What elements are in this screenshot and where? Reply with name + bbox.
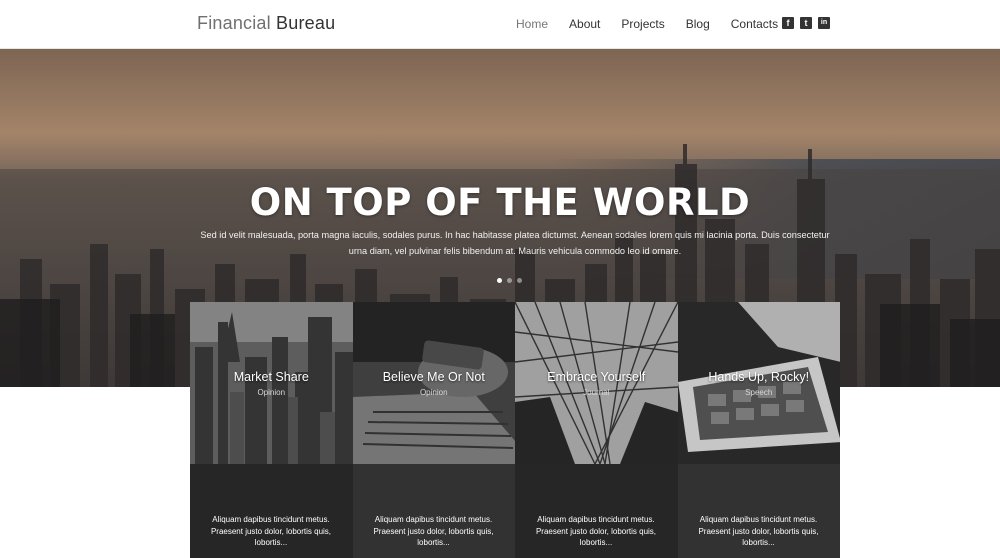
- slider-dots: [497, 278, 522, 283]
- card-excerpt-line3: lobortis...: [417, 538, 450, 547]
- card-body: Aliquam dapibus tincidunt metus. Praesen…: [677, 464, 840, 558]
- main-nav: Home About Projects Blog Contacts: [516, 17, 799, 31]
- logo-part1: Financial: [197, 13, 271, 33]
- card-excerpt-line1: Aliquam dapibus tincidunt metus.: [537, 515, 655, 524]
- card-excerpt: Aliquam dapibus tincidunt metus. Praesen…: [527, 514, 665, 549]
- card-excerpt-line2: Praesent justo dolor, lobortis quis,: [373, 526, 494, 536]
- nav-about[interactable]: About: [569, 17, 600, 31]
- card-excerpt: Aliquam dapibus tincidunt metus. Praesen…: [202, 514, 340, 549]
- facebook-icon[interactable]: f: [782, 17, 794, 29]
- hero-text-line1: Sed id velit malesuada, porta magna iacu…: [200, 230, 830, 240]
- slider-dot-3[interactable]: [517, 278, 522, 283]
- card-excerpt-line1: Aliquam dapibus tincidunt metus.: [699, 515, 818, 524]
- card-category: Journal: [583, 388, 610, 397]
- card-category: Opinion: [419, 388, 448, 397]
- card-title[interactable]: Hands Up, Rocky!: [678, 370, 841, 384]
- nav-contacts[interactable]: Contacts: [731, 17, 778, 31]
- card-body: Aliquam dapibus tincidunt metus. Praesen…: [190, 464, 353, 558]
- linkedin-icon[interactable]: in: [818, 17, 830, 29]
- card-title[interactable]: Market Share: [190, 370, 353, 384]
- card-title[interactable]: Embrace Yourself: [515, 370, 678, 384]
- post-card-market-share[interactable]: Market Share Opinion Aliquam dapibus tin…: [190, 302, 353, 558]
- social-links: f t in: [782, 17, 830, 29]
- card-excerpt: Aliquam dapibus tincidunt metus. Praesen…: [690, 514, 828, 549]
- card-category: Speech: [745, 388, 773, 397]
- slider-dot-1[interactable]: [497, 278, 502, 283]
- hero-title: ON TOP OF THE WORLD: [249, 181, 751, 224]
- twitter-icon[interactable]: t: [800, 17, 812, 29]
- card-body: Aliquam dapibus tincidunt metus. Praesen…: [515, 464, 678, 558]
- logo-part2: Bureau: [276, 13, 336, 33]
- post-card-embrace-yourself[interactable]: Embrace Yourself Journal Aliquam dapibus…: [515, 302, 678, 558]
- card-excerpt: Aliquam dapibus tincidunt metus. Praesen…: [365, 514, 503, 549]
- post-cards: Market Share Opinion Aliquam dapibus tin…: [190, 302, 840, 558]
- card-excerpt-line1: Aliquam dapibus tincidunt metus.: [374, 515, 493, 524]
- card-excerpt-line2: Praesent justo dolor, lobortis quis,: [535, 526, 657, 536]
- site-logo[interactable]: Financial Bureau: [197, 13, 335, 34]
- card-title[interactable]: Believe Me Or Not: [353, 370, 516, 384]
- header: Financial Bureau Home About Projects Blo…: [0, 0, 1000, 49]
- hero-text-line2: urna diam, vel pulvinar felis bibendum a…: [348, 246, 682, 256]
- nav-blog[interactable]: Blog: [686, 17, 710, 31]
- card-category: Opinion: [257, 388, 286, 397]
- nav-home[interactable]: Home: [516, 17, 548, 31]
- post-card-believe-me-or-not[interactable]: Believe Me Or Not Opinion Aliquam dapibu…: [352, 302, 516, 558]
- card-excerpt-line3: lobortis...: [742, 538, 775, 547]
- hero-text: Sed id velit malesuada, porta magna iacu…: [200, 227, 830, 259]
- card-excerpt-line2: Praesent justo dolor, lobortis quis,: [210, 526, 332, 536]
- card-excerpt-line3: lobortis...: [579, 538, 613, 547]
- slider-dot-2[interactable]: [507, 278, 512, 283]
- card-excerpt-line1: Aliquam dapibus tincidunt metus.: [212, 515, 330, 524]
- card-body: Aliquam dapibus tincidunt metus. Praesen…: [352, 464, 515, 558]
- post-card-hands-up-rocky[interactable]: Hands Up, Rocky! Speech Aliquam dapibus …: [677, 302, 841, 558]
- card-excerpt-line3: lobortis...: [254, 538, 288, 547]
- card-excerpt-line2: Praesent justo dolor, lobortis quis,: [698, 526, 819, 536]
- nav-projects[interactable]: Projects: [621, 17, 664, 31]
